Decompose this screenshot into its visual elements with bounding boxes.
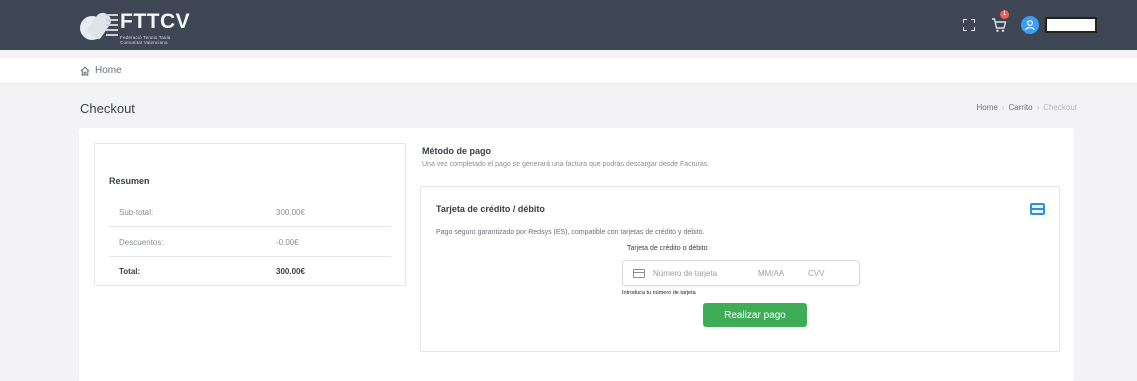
- submit-payment-button[interactable]: Realizar pago: [703, 303, 807, 327]
- header-actions: 1: [963, 10, 1097, 37]
- summary-value: 300.00€: [276, 267, 305, 276]
- breadcrumb-current: Checkout: [1043, 103, 1077, 112]
- summary-value: -0.00€: [276, 238, 299, 247]
- card-payment-description: Pago seguro garantizado por Redsys (ES),…: [436, 229, 705, 236]
- breadcrumb-home[interactable]: Home: [977, 103, 998, 112]
- cart-icon: [992, 18, 1007, 32]
- home-icon: [80, 66, 90, 75]
- credit-card-icon: [1030, 203, 1045, 215]
- secondary-nav: Home: [0, 58, 1137, 84]
- summary-row-total: Total: 300.00€: [109, 257, 391, 286]
- order-summary: Resumen Sub-total: 300.00€ Descuentos: -…: [94, 143, 406, 286]
- payment-method-description: Una vez completado el pago se generará u…: [422, 161, 710, 168]
- top-navbar: FTTCV Federació Tennis Taula Comunitat V…: [0, 0, 1137, 50]
- card-field-label: Tarjeta de crédito o débito: [627, 245, 708, 252]
- home-link-label: Home: [95, 65, 122, 76]
- expand-icon[interactable]: [963, 19, 975, 31]
- breadcrumb-separator: ›: [1036, 103, 1040, 112]
- speed-lines-graphic: [106, 14, 118, 38]
- summary-label: Total:: [119, 267, 141, 276]
- page-title: Checkout: [80, 101, 135, 116]
- summary-row-discounts: Descuentos: -0.00€: [109, 228, 391, 257]
- user-avatar-icon[interactable]: [1021, 16, 1039, 34]
- card-number-icon: [633, 268, 645, 278]
- breadcrumb-carrito[interactable]: Carrito: [1009, 103, 1033, 112]
- summary-label: Sub-total:: [119, 208, 154, 217]
- card-expiry-input[interactable]: [758, 268, 798, 278]
- fttcv-logo[interactable]: FTTCV Federació Tennis Taula Comunitat V…: [80, 8, 191, 45]
- breadcrumb-separator: ›: [1001, 103, 1005, 112]
- card-number-input[interactable]: [653, 268, 748, 278]
- summary-label: Descuentos:: [119, 238, 164, 247]
- home-link[interactable]: Home: [80, 65, 122, 76]
- card-helper-text: Introduca tu número de tarjeta: [622, 290, 696, 296]
- card-input-group: [622, 260, 860, 286]
- brand-subtitle-line2: Comunitat Valenciana: [120, 40, 168, 45]
- card-payment-title: Tarjeta de crédito / débito: [436, 204, 545, 214]
- summary-row-subtotal: Sub-total: 300.00€: [109, 198, 391, 227]
- username-redacted[interactable]: [1045, 17, 1097, 33]
- user-silhouette-icon: [1025, 19, 1035, 31]
- checkout-card: Resumen Sub-total: 300.00€ Descuentos: -…: [79, 128, 1074, 381]
- brand-name: FTTCV: [120, 10, 191, 33]
- card-payment-panel: Tarjeta de crédito / débito Pago seguro …: [420, 186, 1060, 352]
- cart-button[interactable]: 1: [991, 10, 1009, 34]
- summary-title: Resumen: [109, 176, 150, 186]
- payment-method-title: Método de pago: [422, 146, 491, 156]
- cart-count-badge: 1: [1000, 10, 1009, 19]
- breadcrumb: Home › Carrito › Checkout: [977, 103, 1078, 112]
- summary-value: 300.00€: [276, 208, 305, 217]
- card-cvv-input[interactable]: [808, 268, 842, 278]
